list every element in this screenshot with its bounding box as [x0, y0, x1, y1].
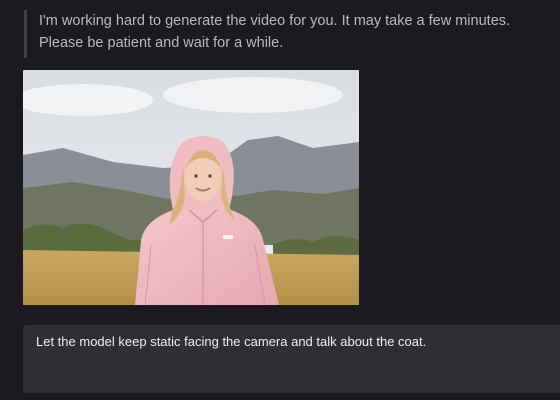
prompt-message: Let the model keep static facing the cam… — [23, 325, 560, 393]
assistant-status-message: I'm working hard to generate the video f… — [24, 10, 544, 58]
video-preview-image[interactable] — [23, 70, 359, 305]
status-line-1: I'm working hard to generate the video f… — [39, 13, 511, 29]
prompt-text: Let the model keep static facing the cam… — [36, 334, 427, 349]
status-line-2: Please be patient and wait for a while. — [39, 35, 284, 51]
preview-illustration — [23, 70, 359, 305]
chat-panel: I'm working hard to generate the video f… — [0, 0, 560, 400]
